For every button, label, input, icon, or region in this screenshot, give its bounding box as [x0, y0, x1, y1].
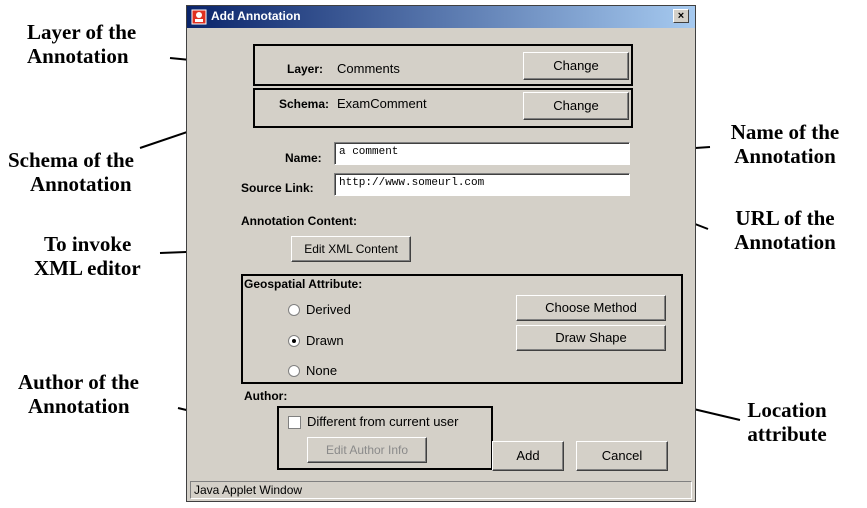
edit-xml-content-button[interactable]: Edit XML Content [291, 236, 411, 262]
name-label: Name: [285, 151, 322, 165]
change-schema-button[interactable]: Change [523, 92, 629, 120]
schema-label: Schema: [279, 97, 330, 111]
edit-author-info-button[interactable]: Edit Author Info [307, 437, 427, 463]
source-link-field[interactable]: http://www.someurl.com [334, 173, 630, 196]
radio-derived[interactable] [288, 304, 300, 316]
geospatial-label: Geospatial Attribute: [244, 277, 363, 291]
change-layer-button[interactable]: Change [523, 52, 629, 80]
radio-drawn[interactable] [288, 335, 300, 347]
radio-drawn-label[interactable]: Drawn [306, 333, 344, 348]
radio-none-label[interactable]: None [306, 363, 337, 378]
add-annotation-dialog: Add Annotation × Layer: Comments Change … [186, 5, 696, 502]
name-field[interactable]: a comment [334, 142, 630, 165]
close-button[interactable]: × [673, 9, 689, 23]
add-button[interactable]: Add [492, 441, 564, 471]
title-bar[interactable]: Add Annotation × [187, 6, 695, 28]
schema-value: ExamComment [337, 96, 427, 111]
cancel-button[interactable]: Cancel [576, 441, 668, 471]
app-icon [191, 9, 207, 25]
source-link-label: Source Link: [241, 181, 314, 195]
radio-none[interactable] [288, 365, 300, 377]
choose-method-button[interactable]: Choose Method [516, 295, 666, 321]
radio-derived-label[interactable]: Derived [306, 302, 351, 317]
different-author-label[interactable]: Different from current user [307, 414, 458, 429]
draw-shape-button[interactable]: Draw Shape [516, 325, 666, 351]
layer-value: Comments [337, 61, 400, 76]
dialog-title: Add Annotation [211, 9, 301, 23]
layer-label: Layer: [287, 62, 324, 76]
author-label: Author: [244, 389, 288, 403]
annotation-content-label: Annotation Content: [241, 214, 357, 228]
status-bar: Java Applet Window [190, 481, 692, 499]
different-author-checkbox[interactable] [288, 416, 301, 429]
